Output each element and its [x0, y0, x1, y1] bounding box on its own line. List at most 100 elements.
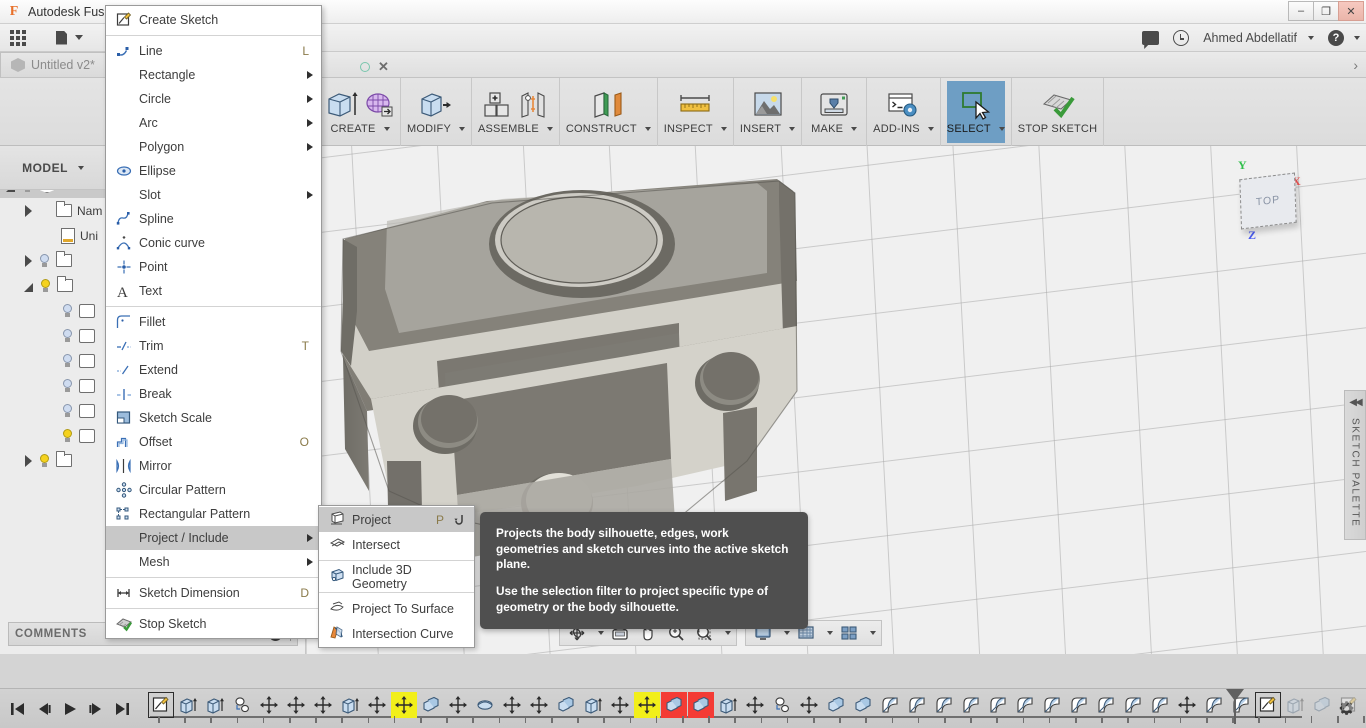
- workspace-selector[interactable]: MODEL: [0, 146, 107, 190]
- timeline-feature[interactable]: [634, 691, 660, 718]
- timeline-feature[interactable]: [1309, 692, 1335, 718]
- chevron-down-icon[interactable]: [998, 127, 1005, 131]
- timeline-feature[interactable]: [148, 691, 174, 718]
- chevron-down-icon[interactable]: [720, 127, 727, 131]
- visibility-bulb-icon[interactable]: [60, 378, 75, 394]
- menu-item-text[interactable]: A Text: [106, 279, 321, 303]
- timeline-feature[interactable]: [1282, 692, 1308, 718]
- submenu-item-project[interactable]: Project P: [319, 507, 474, 532]
- sketch-palette-panel[interactable]: ◀◀ SKETCH PALETTE: [1344, 390, 1366, 540]
- workspace-chevron-down-icon[interactable]: [77, 165, 84, 170]
- timeline-feature[interactable]: [904, 692, 930, 718]
- menu-item-break[interactable]: Break: [106, 382, 321, 406]
- minimize-button[interactable]: –: [1288, 1, 1314, 21]
- double-chevron-left-icon[interactable]: ◀◀: [1349, 397, 1362, 408]
- ribbon-button-make[interactable]: MAKE: [808, 81, 860, 143]
- timeline-feature[interactable]: [526, 692, 552, 718]
- visibility-bulb-icon[interactable]: [60, 353, 75, 369]
- visibility-bulb-icon[interactable]: [37, 453, 52, 469]
- menu-item-line[interactable]: Line L: [106, 39, 321, 63]
- view-cube-face[interactable]: TOP: [1239, 172, 1297, 230]
- user-menu-chevron-down-icon[interactable]: [1308, 36, 1314, 40]
- chevron-down-icon[interactable]: [851, 127, 858, 131]
- timeline-feature[interactable]: [742, 692, 768, 718]
- visibility-bulb-icon[interactable]: [60, 328, 75, 344]
- menu-item-trim[interactable]: Trim T: [106, 334, 321, 358]
- chevron-down-icon[interactable]: [546, 127, 553, 131]
- submenu-item-include-3d-geometry[interactable]: Include 3D Geometry: [319, 563, 474, 591]
- timeline-feature[interactable]: [823, 692, 849, 718]
- timeline-feature[interactable]: [1093, 692, 1119, 718]
- ribbon-button-construct[interactable]: CONSTRUCT: [566, 81, 651, 143]
- timeline-feature[interactable]: [175, 692, 201, 718]
- timeline-feature[interactable]: [499, 692, 525, 718]
- menu-item-ellipse[interactable]: Ellipse: [106, 159, 321, 183]
- expand-triangle-closed-icon[interactable]: [24, 454, 32, 467]
- timeline-feature[interactable]: [688, 691, 714, 718]
- timeline-track[interactable]: [140, 688, 1365, 728]
- timeline-feature[interactable]: [1039, 692, 1065, 718]
- ribbon-button-inspect[interactable]: INSPECT: [664, 81, 727, 143]
- timeline-feature[interactable]: [769, 692, 795, 718]
- expand-triangle-open-icon[interactable]: [24, 282, 33, 292]
- menu-item-arc[interactable]: Arc: [106, 111, 321, 135]
- ribbon-button-insert[interactable]: INSERT: [740, 81, 796, 143]
- menu-item-offset[interactable]: Offset O: [106, 430, 321, 454]
- step-back-icon[interactable]: [32, 697, 56, 721]
- menu-item-mirror[interactable]: Mirror: [106, 454, 321, 478]
- project-include-submenu[interactable]: Project P Intersect Include 3D Geometry Proj…: [318, 505, 475, 648]
- menu-item-sketch-dimension[interactable]: Sketch Dimension D: [106, 581, 321, 605]
- timeline-feature[interactable]: [364, 692, 390, 718]
- play-icon[interactable]: [58, 697, 82, 721]
- timeline-feature[interactable]: [1174, 692, 1200, 718]
- restore-button[interactable]: ❐: [1313, 1, 1339, 21]
- ribbon-button-assemble[interactable]: ASSEMBLE: [478, 81, 553, 143]
- timeline-feature[interactable]: [607, 692, 633, 718]
- timeline-feature[interactable]: [985, 692, 1011, 718]
- visibility-bulb-icon[interactable]: [60, 403, 75, 419]
- menu-item-circular-pattern[interactable]: Circular Pattern: [106, 478, 321, 502]
- menu-item-point[interactable]: Point: [106, 255, 321, 279]
- menu-item-mesh[interactable]: Mesh: [106, 550, 321, 574]
- timeline-feature[interactable]: [850, 692, 876, 718]
- menu-item-stop-sketch[interactable]: Stop Sketch: [106, 612, 321, 636]
- view-cube[interactable]: Y X Z TOP: [1218, 152, 1314, 248]
- timeline-feature[interactable]: [1147, 692, 1173, 718]
- visibility-bulb-icon[interactable]: [60, 428, 75, 444]
- visibility-bulb-icon[interactable]: [60, 303, 75, 319]
- menu-item-rectangle[interactable]: Rectangle: [106, 63, 321, 87]
- timeline-feature[interactable]: [283, 692, 309, 718]
- menu-item-sketch-scale[interactable]: Sketch Scale: [106, 406, 321, 430]
- timeline-feature[interactable]: [472, 692, 498, 718]
- menu-item-fillet[interactable]: Fillet: [106, 310, 321, 334]
- grid-chevron-down-icon[interactable]: [827, 631, 833, 635]
- timeline-feature[interactable]: [445, 692, 471, 718]
- timeline-feature[interactable]: [877, 692, 903, 718]
- ribbon-button-modify[interactable]: MODIFY: [407, 81, 465, 143]
- timeline-feature[interactable]: [1012, 692, 1038, 718]
- chevron-right-icon[interactable]: ›: [1353, 57, 1358, 73]
- timeline-feature[interactable]: [553, 692, 579, 718]
- timeline-feature[interactable]: [418, 692, 444, 718]
- clock-history-icon[interactable]: [1173, 30, 1190, 46]
- timeline-feature[interactable]: [958, 692, 984, 718]
- grid-apps-icon[interactable]: [10, 29, 28, 47]
- menu-item-project-include[interactable]: Project / Include: [106, 526, 321, 550]
- timeline-feature[interactable]: [1120, 692, 1146, 718]
- timeline-feature[interactable]: [202, 692, 228, 718]
- menu-item-conic-curve[interactable]: Conic curve: [106, 231, 321, 255]
- close-icon[interactable]: ✕: [378, 60, 389, 73]
- timeline-feature[interactable]: [337, 692, 363, 718]
- menu-item-rectangular-pattern[interactable]: Rectangular Pattern: [106, 502, 321, 526]
- menu-item-create-sketch[interactable]: Create Sketch: [106, 8, 321, 32]
- viewports-chevron-down-icon[interactable]: [870, 631, 876, 635]
- submenu-item-intersect[interactable]: Intersect: [319, 532, 474, 557]
- menu-item-slot[interactable]: Slot: [106, 183, 321, 207]
- timeline-feature[interactable]: [1201, 692, 1227, 718]
- file-menu-chevron-down-icon[interactable]: [75, 35, 83, 40]
- step-forward-icon[interactable]: [84, 697, 108, 721]
- visibility-bulb-icon[interactable]: [38, 278, 53, 294]
- timeline-feature[interactable]: [1336, 692, 1362, 718]
- user-name[interactable]: Ahmed Abdellatif: [1203, 31, 1297, 45]
- menu-item-spline[interactable]: Spline: [106, 207, 321, 231]
